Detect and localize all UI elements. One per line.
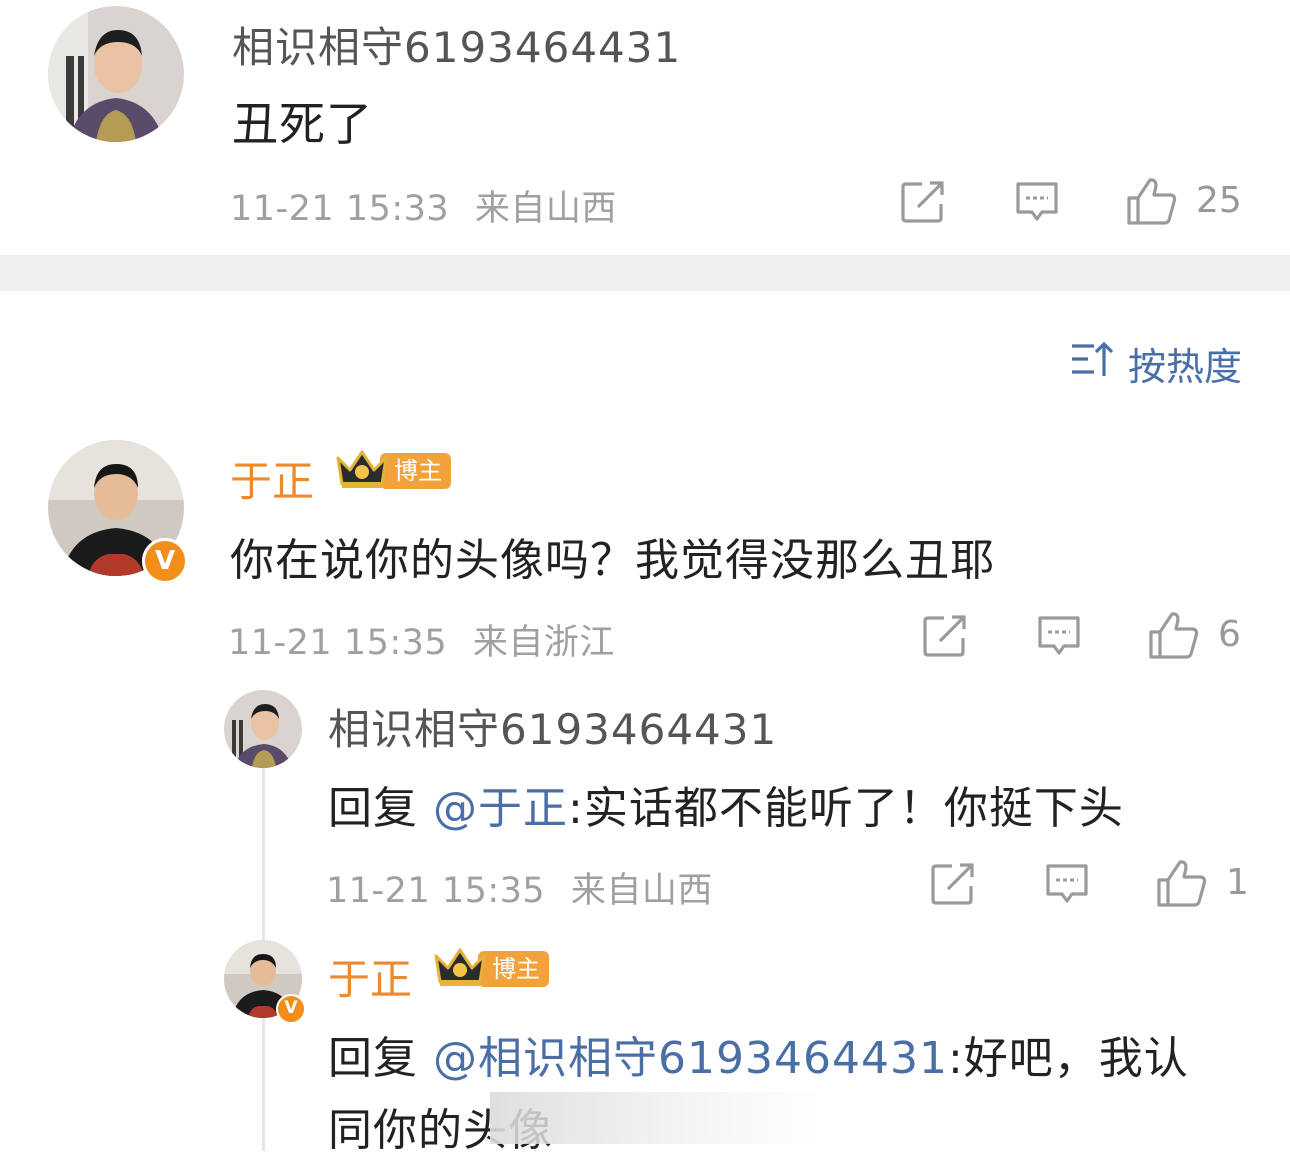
blogger-badge-label: 博主 [380,453,451,489]
reply-text: 回复 @于正:实话都不能听了！你挺下头 [328,772,1124,836]
verified-badge: V [142,538,188,584]
avatar[interactable] [224,690,302,768]
comment-icon[interactable] [1036,614,1082,662]
like-icon[interactable] [1156,858,1208,912]
comment-meta: 11-21 15:35 来自浙江 [228,614,615,665]
like-icon[interactable] [1148,610,1200,664]
reply-username[interactable]: 于正 [328,946,412,1007]
blogger-badge: 博主 [432,948,549,988]
comment-time: 11-21 15:33 [230,189,450,229]
like-icon[interactable] [1126,176,1178,230]
verified-badge: V [276,994,306,1024]
share-icon[interactable] [930,862,976,910]
comment-text: 丑死了 [232,97,373,151]
crown-icon [334,448,390,494]
comment-meta: 11-21 15:33 来自山西 [230,180,617,231]
reply-location: 来自山西 [570,871,713,911]
reply-username[interactable]: 相识相守6193464431 [328,696,777,757]
comment-text: 你在说你的头像吗？我觉得没那么丑耶 [230,535,995,586]
comment-icon[interactable] [1014,180,1060,228]
section-divider [0,255,1290,291]
blogger-badge: 博主 [334,450,451,490]
like-count: 25 [1196,180,1242,221]
reply-body: :实话都不能听了！你挺下头 [568,783,1124,834]
comment-location: 来自浙江 [472,623,615,663]
like-count: 1 [1226,862,1249,903]
sort-toggle[interactable]: 按热度 [1070,336,1242,391]
reply-prefix: 回复 [328,783,433,834]
blogger-badge-label: 博主 [478,951,549,987]
reply-time: 11-21 15:35 [326,871,546,911]
mention-link[interactable]: @相识相守6193464431 [433,1033,948,1084]
watermark-overlay [490,1092,820,1144]
reply-prefix: 回复 [328,1033,433,1084]
crown-icon [432,946,488,992]
reply-meta: 11-21 15:35 来自山西 [326,862,713,913]
sort-icon [1070,340,1114,387]
like-count: 6 [1218,614,1241,655]
comment-location: 来自山西 [474,189,617,229]
sort-label: 按热度 [1127,345,1242,389]
comment-icon[interactable] [1044,862,1090,910]
share-icon[interactable] [922,614,968,662]
comment-username[interactable]: 相识相守6193464431 [232,14,681,75]
mention-link[interactable]: @于正 [433,783,568,834]
comment-time: 11-21 15:35 [228,623,448,663]
comment-username[interactable]: 于正 [230,448,314,509]
reply-text: 回复 @相识相守6193464431:好吧，我认 [328,1022,1189,1086]
reply-body: :好吧，我认 [947,1033,1189,1084]
share-icon[interactable] [900,180,946,228]
avatar[interactable] [48,6,184,142]
